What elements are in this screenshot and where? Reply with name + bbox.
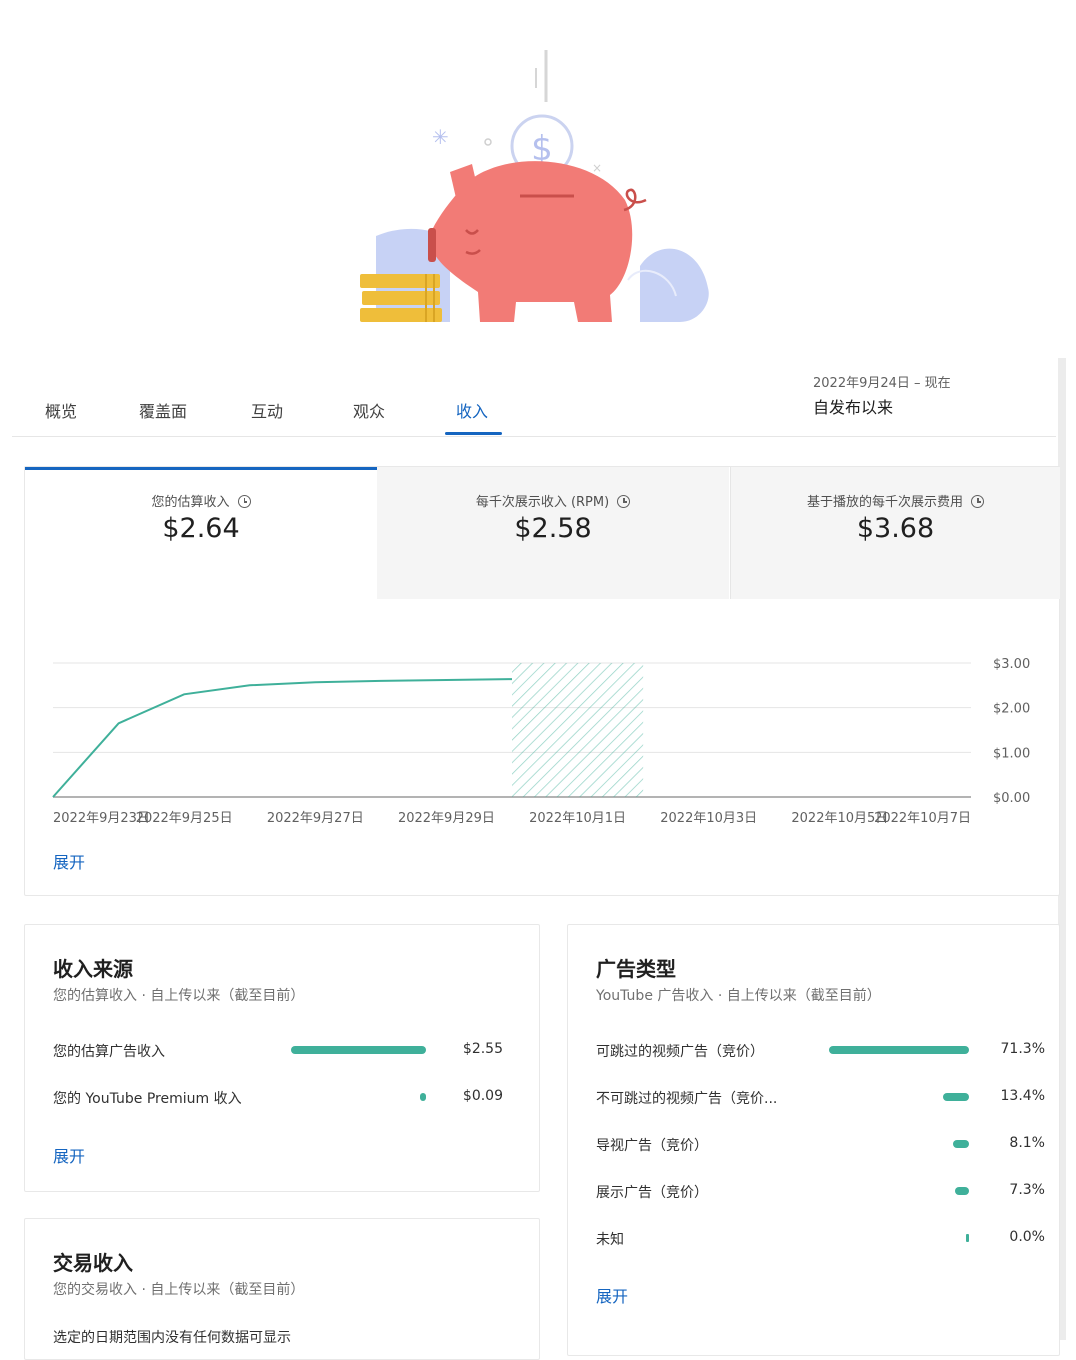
x-axis-labels: 2022年9月23日2022年9月25日 2022年9月27日 2022年9月29日…: [53, 811, 971, 826]
row-bar: [954, 1187, 969, 1195]
metric-value: $2.58: [514, 513, 592, 544]
card-title: 收入来源: [53, 957, 133, 981]
tab-overview[interactable]: 概览: [45, 398, 77, 422]
card-title: 交易收入: [53, 1251, 133, 1275]
row-value: 13.4%: [1000, 1088, 1045, 1104]
metric-value: $3.68: [856, 513, 935, 544]
card-title: 广告类型: [596, 957, 676, 981]
card-subtitle: YouTube 广告收入 · 自上传以来（截至目前）: [596, 988, 881, 1004]
clock-icon: [617, 495, 631, 508]
x-tick-label: 2022年9月29日: [398, 811, 495, 826]
x-tick-label: 2022年10月1日: [529, 811, 626, 826]
pig-snout: [428, 228, 436, 262]
x-tick-label: 2022年9月27日: [267, 811, 364, 826]
y-axis-labels: $3.00 $2.00 $1.00 $0.00: [993, 657, 1030, 806]
chart-expand-link[interactable]: 展开: [53, 849, 85, 873]
date-range-selector[interactable]: 自发布以来: [813, 394, 893, 418]
metric-value: $2.64: [162, 513, 240, 544]
row-bar: [290, 1046, 426, 1054]
row-value: 0.0%: [1009, 1229, 1045, 1245]
row-label: 展示广告（竞价）: [596, 1185, 708, 1201]
x-tick-label: 2022年10月7日: [874, 811, 971, 826]
sparkle-icon: ✳: [432, 125, 449, 149]
row-label: 您的估算广告收入: [53, 1044, 165, 1060]
tabs-divider: [12, 436, 1056, 437]
row-bar: [829, 1046, 969, 1054]
metric-estimated-revenue[interactable]: 您的估算收入 $2.64: [25, 467, 377, 599]
row-bar: [942, 1093, 969, 1101]
row-value: 8.1%: [1009, 1135, 1045, 1151]
row-bar: [420, 1093, 426, 1101]
row-label: 您的 YouTube Premium 收入: [53, 1091, 242, 1107]
sparkle-dot: [484, 138, 492, 146]
metric-label: 每千次展示收入 (RPM): [475, 495, 610, 510]
empty-state-text: 选定的日期范围内没有任何数据可显示: [53, 1330, 291, 1346]
clock-icon: [971, 495, 984, 508]
active-tab-indicator: [445, 432, 502, 435]
transaction-revenue-card: 交易收入 您的交易收入 · 自上传以来（截至目前） 选定的日期范围内没有任何数据…: [24, 1218, 540, 1360]
row-value: 7.3%: [1009, 1182, 1045, 1198]
row-bar: [966, 1234, 969, 1242]
row-value: 71.3%: [1000, 1041, 1045, 1057]
revenue-overview-panel: 您的估算收入 $2.64 每千次展示收入 (RPM) $2.58 基于播放的每千…: [24, 466, 1060, 896]
row-value: $2.55: [462, 1041, 503, 1057]
metric-playback-cpm[interactable]: 基于播放的每千次展示费用 $3.68: [730, 467, 1060, 599]
row-label: 导视广告（竞价）: [596, 1138, 708, 1154]
row-label: 未知: [596, 1232, 624, 1248]
ad-types-expand-link[interactable]: 展开: [596, 1283, 628, 1307]
y-tick-label: $3.00: [993, 657, 1030, 672]
x-tick-label: 2022年10月3日: [660, 811, 757, 826]
y-tick-label: $2.00: [993, 702, 1030, 717]
piggy-bank-illustration: ✳ × $: [360, 50, 709, 322]
metric-label: 基于播放的每千次展示费用: [806, 495, 963, 510]
card-subtitle: 您的交易收入 · 自上传以来（截至目前）: [53, 1282, 305, 1298]
tab-engagement[interactable]: 互动: [251, 398, 283, 422]
row-bar: [953, 1140, 969, 1148]
bush-right: [640, 248, 709, 322]
revenue-sources-expand-link[interactable]: 展开: [53, 1143, 85, 1167]
metric-label: 您的估算收入: [151, 495, 230, 510]
sparkle-x: ×: [592, 161, 602, 175]
y-tick-label: $0.00: [993, 791, 1030, 806]
ad-types-card: 广告类型 YouTube 广告收入 · 自上传以来（截至目前） 可跳过的视频广告…: [567, 924, 1060, 1356]
y-tick-label: $1.00: [993, 746, 1030, 761]
row-label: 可跳过的视频广告（竞价）: [596, 1044, 764, 1060]
date-range-text[interactable]: 2022年9月24日 – 现在: [813, 372, 951, 391]
tab-reach[interactable]: 覆盖面: [139, 398, 187, 422]
row-value: $0.09: [462, 1088, 503, 1104]
clock-icon: [237, 495, 251, 508]
revenue-line-chart: $3.00$2.00$1.00$0.00 2022年9月23日2022年9月25…: [52, 657, 1030, 826]
metric-rpm[interactable]: 每千次展示收入 (RPM) $2.58: [377, 467, 729, 599]
tab-revenue[interactable]: 收入: [456, 398, 488, 422]
chart-shaded-range: [512, 663, 644, 797]
coin-stack: [360, 274, 442, 322]
tab-audience[interactable]: 观众: [353, 398, 385, 422]
row-label: 不可跳过的视频广告（竞价...: [596, 1091, 778, 1107]
revenue-series-line: [52, 678, 513, 798]
active-metric-indicator: [25, 467, 377, 470]
revenue-sources-card: 收入来源 您的估算收入 · 自上传以来（截至目前） 您的估算广告收入 $2.55 您…: [24, 924, 540, 1192]
x-tick-label: 2022年9月25日: [136, 811, 233, 826]
card-subtitle: 您的估算收入 · 自上传以来（截至目前）: [53, 988, 305, 1004]
